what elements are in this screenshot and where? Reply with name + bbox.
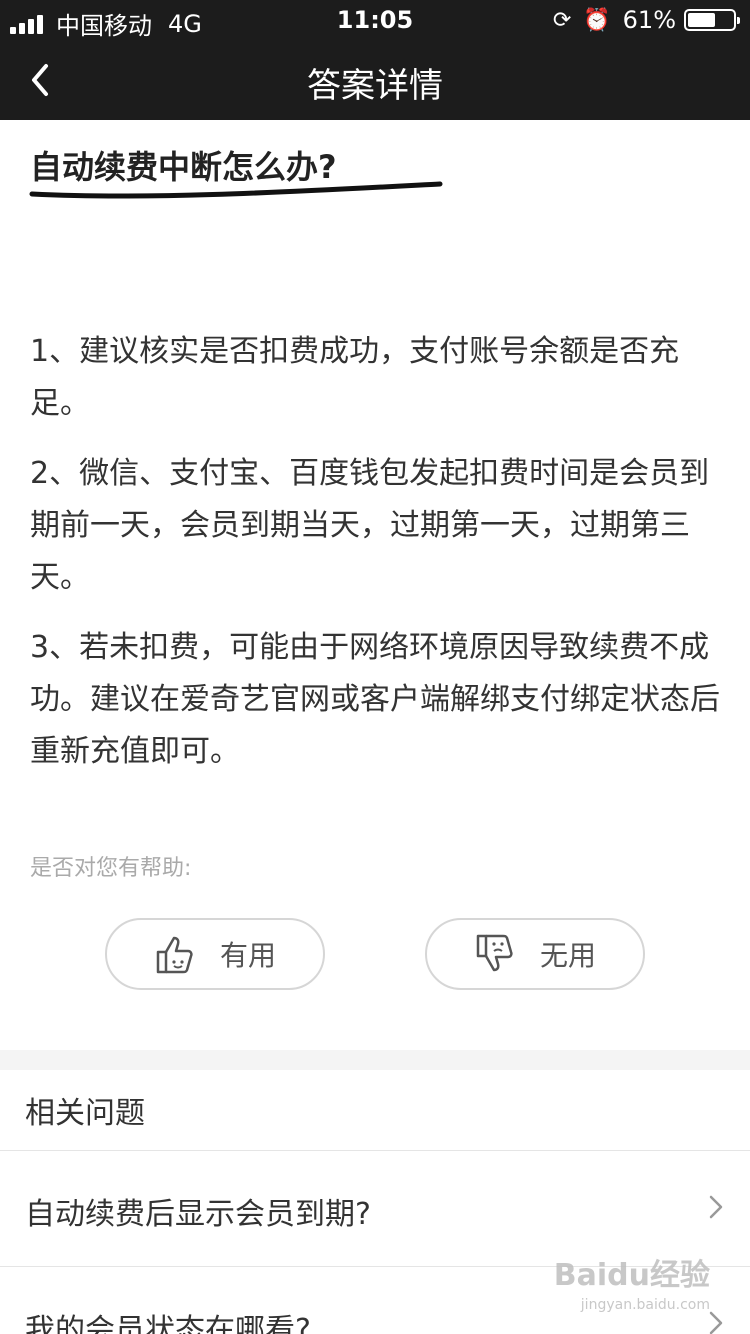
- rotation-lock-icon: ⟳: [552, 7, 572, 33]
- watermark-logo: Baidu经验: [553, 1258, 710, 1293]
- chevron-right-icon: [709, 1195, 723, 1219]
- page-title: 答案详情: [307, 66, 443, 106]
- related-item-label: 自动续费后显示会员到期?: [25, 1197, 371, 1232]
- thumbs-up-icon: [156, 936, 193, 974]
- answer-body: 1、建议核实是否扣费成功，支付账号余额是否充足。 2、微信、支付宝、百度钱包发起…: [30, 326, 720, 796]
- alarm-icon: ⏰: [583, 7, 611, 33]
- watermark-url: jingyan.baidu.com: [580, 1297, 710, 1313]
- useless-label: 无用: [539, 939, 596, 972]
- answer-paragraph: 1、建议核实是否扣费成功，支付账号余额是否充足。: [30, 334, 680, 421]
- useful-label: 有用: [219, 939, 276, 972]
- handdrawn-underline: [29, 181, 443, 199]
- section-divider: [0, 1050, 750, 1070]
- status-right: ⟳ ⏰ 61%: [552, 6, 740, 34]
- battery-percent: 61%: [622, 6, 676, 34]
- nav-bar: 答案详情: [0, 40, 750, 120]
- related-item[interactable]: 自动续费后显示会员到期?: [0, 1151, 750, 1265]
- related-item-label: 我的会员状态在哪看?: [25, 1313, 311, 1334]
- answer-paragraph: 2、微信、支付宝、百度钱包发起扣费时间是会员到期前一天，会员到期当天，过期第一天…: [30, 456, 710, 595]
- battery-icon: [684, 9, 740, 31]
- status-bar: 中国移动 4G 11:05 ⟳ ⏰ 61%: [0, 0, 750, 40]
- answer-paragraph: 3、若未扣费，可能由于网络环境原因导致续费不成功。建议在爱奇艺官网或客户端解绑支…: [30, 630, 720, 769]
- related-header: 相关问题: [25, 1096, 145, 1131]
- feedback-prompt: 是否对您有帮助:: [30, 856, 192, 881]
- thumbs-down-icon: [476, 934, 513, 972]
- battery-tip: [737, 17, 740, 24]
- useful-button[interactable]: 有用: [105, 918, 325, 990]
- battery-fill: [688, 13, 715, 27]
- useless-button[interactable]: 无用: [425, 918, 645, 990]
